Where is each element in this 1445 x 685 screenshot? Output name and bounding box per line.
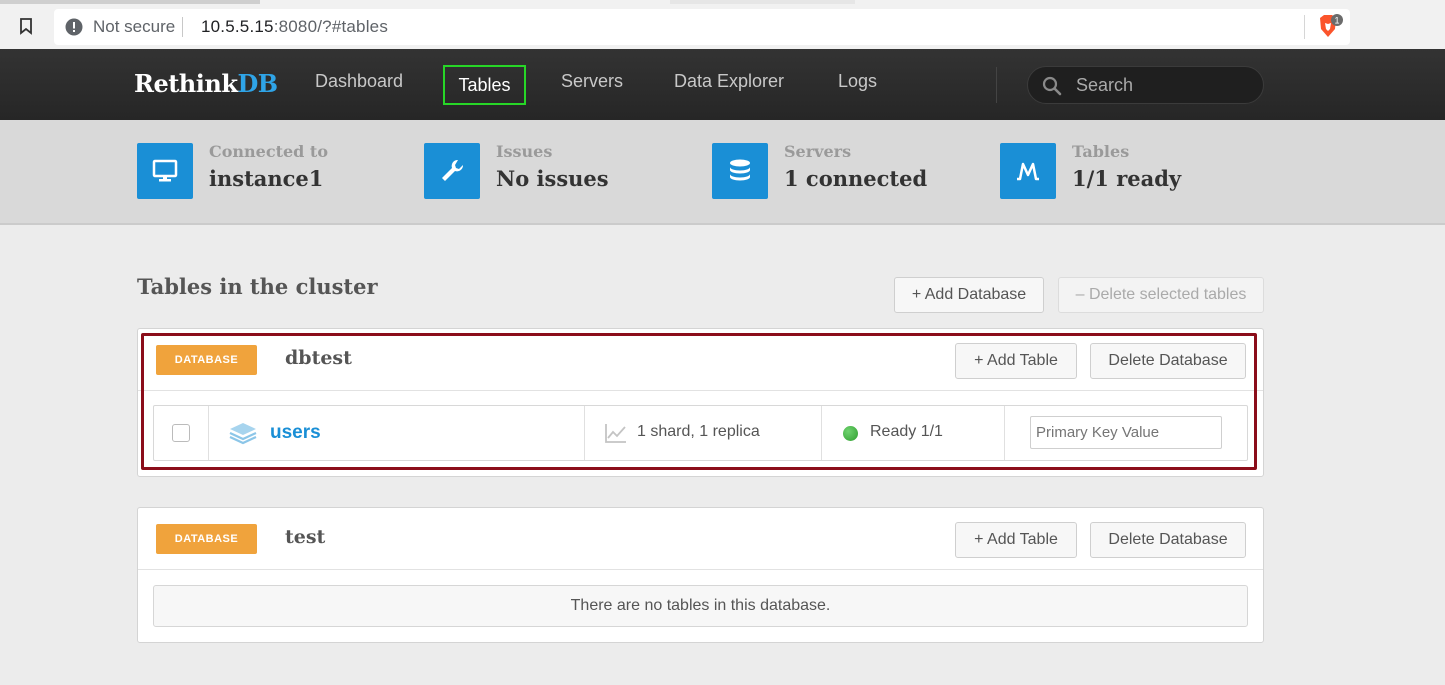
stat-value: No issues bbox=[496, 166, 609, 191]
add-database-button[interactable]: + Add Database bbox=[894, 277, 1044, 313]
database-panel-test: DATABASE test + Add Table Delete Databas… bbox=[137, 507, 1264, 643]
monitor-icon bbox=[137, 143, 193, 199]
database-panel-dbtest: DATABASE dbtest + Add Table Delete Datab… bbox=[137, 328, 1264, 477]
table-select-checkbox[interactable] bbox=[172, 424, 190, 442]
app-navbar: RethinkDB Dashboard Tables Servers Data … bbox=[0, 49, 1445, 120]
search-icon bbox=[1042, 76, 1062, 96]
security-label[interactable]: Not secure bbox=[93, 17, 175, 37]
url-divider bbox=[182, 17, 183, 37]
add-table-button[interactable]: + Add Table bbox=[955, 343, 1077, 379]
nav-data-explorer[interactable]: Data Explorer bbox=[674, 71, 784, 92]
url-text[interactable]: 10.5.5.15:8080/?#tables bbox=[201, 17, 388, 37]
rethinkdb-logo[interactable]: RethinkDB bbox=[134, 69, 278, 98]
logo-text: Rethink bbox=[134, 69, 238, 98]
database-name[interactable]: dbtest bbox=[285, 347, 352, 369]
nav-tables[interactable]: Tables bbox=[443, 65, 526, 105]
cell-divider bbox=[208, 406, 209, 460]
empty-tables-message: There are no tables in this database. bbox=[153, 585, 1248, 627]
database-icon bbox=[712, 143, 768, 199]
bookmark-icon[interactable] bbox=[17, 17, 35, 35]
wrench-icon bbox=[424, 143, 480, 199]
shard-replica-info: 1 shard, 1 replica bbox=[637, 423, 760, 440]
browser-tab-active[interactable] bbox=[670, 0, 855, 4]
cell-divider bbox=[1004, 406, 1005, 460]
database-badge: DATABASE bbox=[156, 524, 257, 554]
url-path: :8080/?#tables bbox=[273, 17, 389, 36]
search-placeholder: Search bbox=[1076, 75, 1134, 95]
nav-logs[interactable]: Logs bbox=[838, 71, 877, 92]
nav-servers[interactable]: Servers bbox=[561, 71, 623, 92]
address-bar[interactable]: Not secure 10.5.5.15:8080/?#tables 1 bbox=[54, 9, 1350, 45]
add-table-button[interactable]: + Add Table bbox=[955, 522, 1077, 558]
database-name[interactable]: test bbox=[285, 526, 325, 548]
toolbar-divider bbox=[1304, 15, 1305, 39]
cell-divider bbox=[821, 406, 822, 460]
table-chart-icon bbox=[1000, 143, 1056, 199]
ready-status-icon bbox=[843, 426, 858, 441]
database-header: DATABASE test + Add Table Delete Databas… bbox=[138, 508, 1263, 570]
logo-accent: DB bbox=[237, 69, 278, 98]
shield-badge-count: 1 bbox=[1334, 16, 1339, 26]
stat-label: Connected to bbox=[209, 142, 328, 161]
browser-tab[interactable] bbox=[0, 0, 260, 4]
search-input[interactable]: Search bbox=[1027, 66, 1264, 104]
primary-key-input[interactable] bbox=[1030, 416, 1222, 449]
database-header: DATABASE dbtest + Add Table Delete Datab… bbox=[138, 329, 1263, 391]
stat-label: Issues bbox=[496, 142, 553, 161]
delete-database-button[interactable]: Delete Database bbox=[1090, 343, 1246, 379]
stat-label: Tables bbox=[1072, 142, 1130, 161]
nav-divider bbox=[996, 67, 997, 103]
table-row: users 1 shard, 1 replica Ready 1/1 bbox=[153, 405, 1248, 461]
table-name-link[interactable]: users bbox=[270, 422, 321, 444]
delete-database-button[interactable]: Delete Database bbox=[1090, 522, 1246, 558]
table-status: Ready 1/1 bbox=[870, 423, 943, 440]
cell-divider bbox=[584, 406, 585, 460]
database-badge: DATABASE bbox=[156, 345, 257, 375]
stat-label: Servers bbox=[784, 142, 852, 161]
stat-value: instance1 bbox=[209, 166, 324, 191]
table-stack-icon bbox=[229, 423, 257, 445]
page-title: Tables in the cluster bbox=[137, 274, 378, 299]
stat-value: 1 connected bbox=[784, 166, 928, 191]
url-host: 10.5.5.15 bbox=[201, 17, 274, 36]
info-warning-icon[interactable] bbox=[65, 18, 83, 36]
browser-toolbar: Not secure 10.5.5.15:8080/?#tables 1 bbox=[0, 0, 1445, 52]
line-chart-icon bbox=[605, 424, 626, 443]
delete-selected-tables-button[interactable]: – Delete selected tables bbox=[1058, 277, 1264, 313]
brave-shield-icon[interactable]: 1 bbox=[1316, 13, 1344, 41]
nav-dashboard[interactable]: Dashboard bbox=[315, 71, 403, 92]
cluster-stats-bar: Connected to instance1 Issues No issues … bbox=[0, 120, 1445, 225]
stat-value: 1/1 ready bbox=[1072, 166, 1182, 191]
